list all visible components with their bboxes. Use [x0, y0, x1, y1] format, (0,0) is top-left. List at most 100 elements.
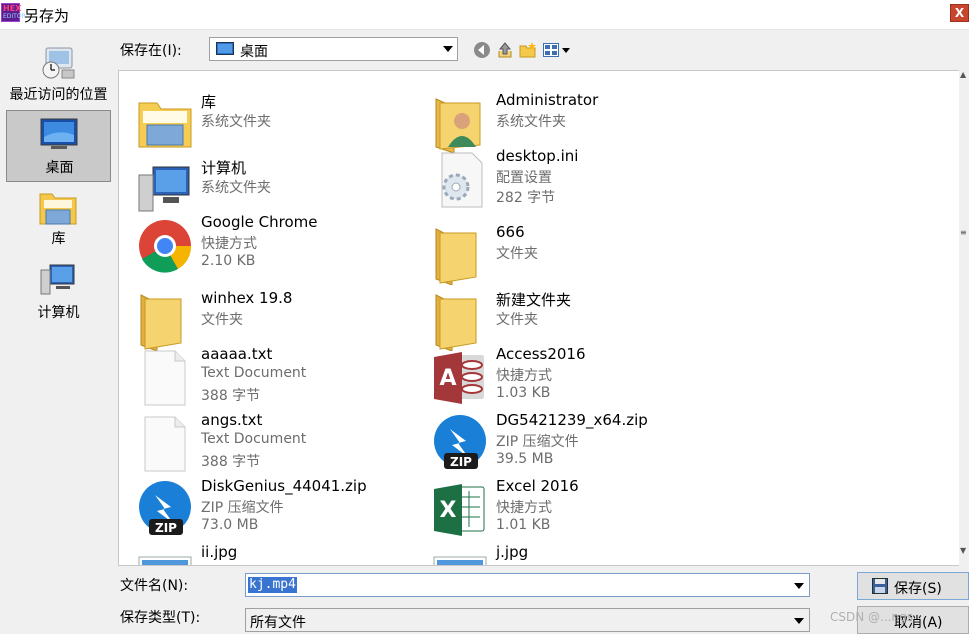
filetype-select[interactable]: 所有文件 [245, 608, 810, 632]
file-item-computer[interactable]: 计算机 系统文件夹 [129, 157, 419, 221]
view-menu[interactable] [543, 41, 571, 59]
image-file-icon [433, 556, 487, 565]
library-folder-icon [138, 102, 192, 148]
folder-icon [140, 294, 182, 351]
file-name: Google Chrome [201, 213, 318, 231]
file-size: 39.5 MB [496, 451, 554, 467]
diskgenius-zip-icon: ZIP [139, 481, 191, 535]
file-size: 388 字节 [201, 454, 261, 470]
diskgenius-zip-icon: ZIP [434, 415, 486, 469]
settings-file-icon [441, 152, 483, 208]
place-desktop[interactable]: 桌面 [6, 110, 111, 182]
file-item-aaaaa-txt[interactable]: aaaaa.txt Text Document 388 字节 [129, 345, 419, 409]
save-button-label: 保存(S) [894, 581, 942, 597]
file-name: DiskGenius_44041.zip [201, 477, 367, 495]
file-type: 快捷方式 [496, 500, 552, 516]
scroll-thumb-grip-icon[interactable]: ≡ [960, 228, 967, 237]
filename-value[interactable]: kj.mp4 [248, 577, 297, 593]
save-in-label: 保存在(I): [120, 43, 182, 59]
folder-icon [435, 228, 477, 285]
scroll-down-icon[interactable]: ▼ [960, 546, 966, 555]
file-name: 计算机 [201, 159, 247, 177]
file-type: 快捷方式 [496, 368, 552, 384]
save-button[interactable]: 保存(S) [857, 572, 969, 600]
library-icon [39, 193, 77, 225]
chevron-down-icon[interactable] [794, 583, 804, 589]
file-name: Access2016 [496, 345, 586, 363]
title-bar: HEX EDITOR 另存为 X [0, 0, 969, 30]
file-type: ZIP 压缩文件 [496, 434, 579, 450]
file-name: Administrator [496, 91, 599, 109]
back-icon[interactable] [473, 41, 491, 59]
place-library[interactable]: 库 [6, 188, 111, 247]
file-item-dg5421239-zip[interactable]: ZIP DG5421239_x64.zip ZIP 压缩文件 39.5 MB [424, 411, 714, 475]
file-name: desktop.ini [496, 147, 579, 165]
winhex-logo-icon: HEX EDITOR [1, 3, 26, 22]
excel-letter: X [440, 498, 457, 523]
file-item-desktop-ini[interactable]: desktop.ini 配置设置 282 字节 [424, 147, 714, 211]
place-label-desktop: 桌面 [45, 160, 74, 176]
access-icon: A [434, 352, 484, 404]
file-item-new-folder[interactable]: 新建文件夹 文件夹 [424, 289, 714, 353]
filename-label: 文件名(N): [120, 578, 189, 594]
vertical-scrollbar[interactable]: ▲ ≡ ▼ [959, 70, 969, 566]
scroll-up-icon[interactable]: ▲ [960, 70, 966, 79]
logo-text-top: HEX [3, 4, 22, 13]
file-type: 系统文件夹 [496, 114, 566, 130]
file-type: 系统文件夹 [201, 114, 271, 130]
up-folder-icon[interactable] [496, 41, 514, 59]
logo-text-bottom: EDITOR [3, 13, 26, 20]
user-folder-icon [435, 98, 481, 153]
file-type: 快捷方式 [201, 236, 257, 252]
file-name: 666 [496, 223, 525, 241]
file-item-library[interactable]: 库 系统文件夹 [129, 91, 419, 155]
new-folder-icon[interactable] [519, 41, 537, 59]
place-recent[interactable]: 最近访问的位置 [6, 42, 111, 103]
file-item-angs-txt[interactable]: angs.txt Text Document 388 字节 [129, 411, 419, 475]
file-item-excel-2016[interactable]: X Excel 2016 快捷方式 1.01 KB [424, 477, 714, 541]
access-letter: A [439, 366, 456, 391]
file-size: 388 字节 [201, 388, 261, 404]
file-name: ii.jpg [201, 543, 238, 561]
file-size: 73.0 MB [201, 517, 259, 533]
file-item-access2016[interactable]: A Access2016 快捷方式 1.03 KB [424, 345, 714, 409]
save-in-dropdown[interactable]: 桌面 [209, 37, 458, 61]
filename-combobox[interactable]: kj.mp4 [245, 573, 810, 597]
zip-badge-text: ZIP [155, 521, 177, 535]
recent-places-icon [42, 47, 75, 79]
file-name: aaaaa.txt [201, 345, 273, 363]
file-item-666[interactable]: 666 文件夹 [424, 223, 714, 287]
close-button[interactable]: X [950, 4, 969, 22]
csdn-watermark: CSDN @...ngs [830, 610, 913, 624]
place-label-computer: 计算机 [37, 305, 80, 321]
excel-icon: X [434, 484, 485, 536]
places-bar: 最近访问的位置 桌面 库 计算机 [0, 32, 114, 332]
file-size: 1.03 KB [496, 385, 551, 401]
view-dropdown-arrow-icon [562, 48, 570, 53]
file-type: 文件夹 [496, 312, 538, 328]
file-name: angs.txt [201, 411, 263, 429]
file-item-j-jpg[interactable]: j.jpg [424, 543, 714, 565]
text-document-icon [144, 350, 186, 406]
file-type: ZIP 压缩文件 [201, 500, 284, 516]
place-label-recent: 最近访问的位置 [9, 87, 108, 103]
place-computer[interactable]: 计算机 [6, 260, 111, 321]
file-item-google-chrome[interactable]: Google Chrome 快捷方式 2.10 KB [129, 213, 419, 277]
file-name: 新建文件夹 [496, 291, 572, 309]
file-item-diskgenius-zip[interactable]: ZIP DiskGenius_44041.zip ZIP 压缩文件 73.0 M… [129, 477, 419, 541]
place-label-library: 库 [51, 231, 66, 247]
file-type: Text Document [201, 365, 307, 381]
chevron-down-icon[interactable] [794, 618, 804, 624]
file-list[interactable]: 库 系统文件夹 Administrator 系统文件夹 计算机 系统文件夹 de… [118, 70, 969, 566]
file-type: 系统文件夹 [201, 180, 271, 196]
file-name: 库 [201, 93, 217, 111]
file-item-winhex[interactable]: winhex 19.8 文件夹 [129, 289, 419, 353]
chevron-down-icon[interactable] [443, 46, 453, 52]
computer-icon [138, 166, 190, 212]
file-name: Excel 2016 [496, 477, 579, 495]
file-item-administrator[interactable]: Administrator 系统文件夹 [424, 91, 714, 155]
file-item-ii-jpg[interactable]: ii.jpg [129, 543, 419, 565]
file-name: DG5421239_x64.zip [496, 411, 648, 429]
folder-icon [435, 294, 477, 351]
filetype-label: 保存类型(T): [120, 610, 201, 626]
